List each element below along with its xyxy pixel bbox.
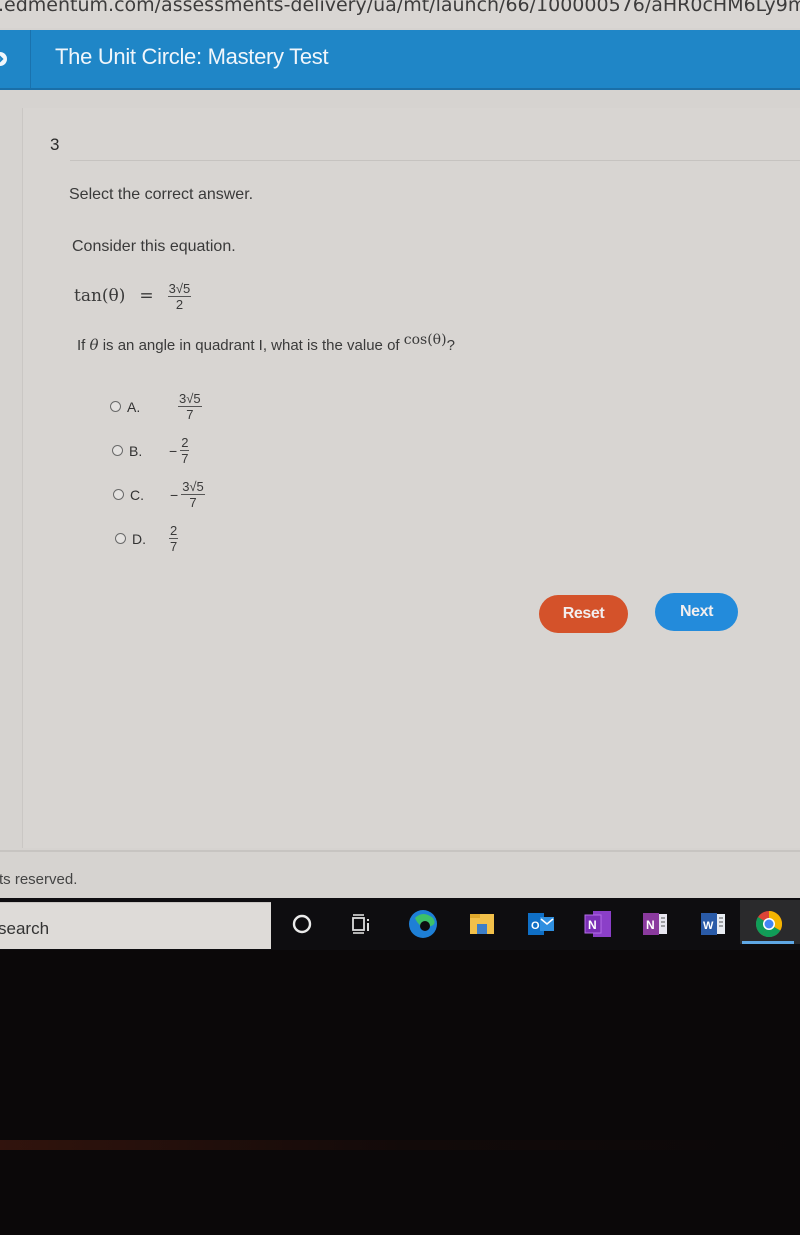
question-suffix: ? <box>446 337 455 354</box>
fraction-numerator: 3√5 <box>178 391 202 407</box>
radio-button[interactable] <box>113 489 124 500</box>
test-header: The Unit Circle: Mastery Test <box>0 30 800 90</box>
fraction-numerator: 2 <box>169 523 179 539</box>
fraction-numerator: 2 <box>180 435 190 451</box>
svg-text:N: N <box>588 918 597 932</box>
question-card <box>22 108 800 848</box>
equation: tan(θ) = 3√5 2 <box>74 276 192 316</box>
fraction-denominator: 2 <box>175 296 184 312</box>
question-text: If θ is an angle in quadrant I, what is … <box>77 332 455 354</box>
address-bar[interactable]: .edmentum.com/assessments-delivery/ua/mt… <box>0 0 800 28</box>
chrome-icon[interactable] <box>752 907 786 941</box>
footer-divider <box>0 850 800 852</box>
option-value: − 3√5 7 <box>170 480 205 509</box>
question-number: 3 <box>50 135 60 154</box>
equation-lhs: tan(θ) <box>74 286 126 306</box>
divider <box>70 160 800 161</box>
cortana-icon[interactable] <box>285 907 319 941</box>
option-fraction: 2 7 <box>169 523 179 554</box>
svg-text:N: N <box>646 918 655 932</box>
onenote-icon[interactable]: N <box>581 907 615 941</box>
cos-expression: cos(θ) <box>403 332 447 348</box>
active-app-indicator <box>742 941 794 944</box>
theta-symbol: θ <box>89 336 99 354</box>
radio-button[interactable] <box>112 445 123 456</box>
instruction-text: Select the correct answer. <box>69 186 254 203</box>
word-icon[interactable]: W <box>697 907 731 941</box>
url-text: .edmentum.com/assessments-delivery/ua/mt… <box>0 0 800 16</box>
outlook-icon[interactable]: O <box>524 907 558 941</box>
option-fraction: 2 7 <box>180 435 190 466</box>
file-explorer-icon[interactable] <box>465 907 499 941</box>
fraction-numerator: 3√5 <box>167 280 192 297</box>
screen: .edmentum.com/assessments-delivery/ua/mt… <box>0 0 800 950</box>
copyright-text: ts reserved. <box>0 871 78 888</box>
sign: − <box>169 442 178 459</box>
question-prefix: If <box>77 337 86 354</box>
fraction-numerator: 3√5 <box>181 479 205 495</box>
option-value: 2 7 <box>166 523 179 554</box>
option-fraction: 3√5 7 <box>181 480 205 509</box>
equals-sign: = <box>139 286 154 306</box>
sign: − <box>170 486 179 503</box>
option-label: C. <box>130 486 144 503</box>
fraction-denominator: 7 <box>181 451 189 466</box>
radio-button[interactable] <box>110 401 121 412</box>
option-c[interactable]: C. − 3√5 7 <box>113 480 205 509</box>
option-d[interactable]: D. 2 7 <box>115 523 179 554</box>
fraction-denominator: 7 <box>186 407 194 422</box>
prompt-text: Consider this equation. <box>72 238 236 255</box>
onenote-2016-icon[interactable]: N <box>639 907 673 941</box>
edge-icon[interactable] <box>406 907 440 941</box>
search-text: search <box>0 919 50 938</box>
option-value: − 2 7 <box>169 435 190 466</box>
next-button[interactable]: Next <box>655 593 738 631</box>
option-label: A. <box>127 398 141 415</box>
test-title: The Unit Circle: Mastery Test <box>55 44 329 69</box>
task-view-icon[interactable] <box>344 907 378 941</box>
option-label: B. <box>129 442 143 459</box>
option-value: 3√5 7 <box>175 392 202 421</box>
option-a[interactable]: A. 3√5 7 <box>110 392 202 421</box>
svg-text:W: W <box>703 920 714 932</box>
radio-button[interactable] <box>115 533 126 544</box>
chevron-right-icon <box>0 52 7 66</box>
fraction-denominator: 7 <box>189 495 197 510</box>
reset-button[interactable]: Reset <box>539 595 628 633</box>
option-fraction: 3√5 7 <box>178 392 202 421</box>
svg-text:O: O <box>531 920 540 932</box>
taskbar-search-box[interactable]: search <box>0 902 271 949</box>
screen-reflection <box>0 1140 800 1150</box>
equation-rhs-fraction: 3√5 2 <box>167 280 192 312</box>
nav-toggle-button[interactable] <box>0 30 31 88</box>
fraction-denominator: 7 <box>170 539 178 554</box>
question-middle: is an angle in quadrant I, what is the v… <box>98 337 404 354</box>
option-b[interactable]: B. − 2 7 <box>112 435 190 466</box>
